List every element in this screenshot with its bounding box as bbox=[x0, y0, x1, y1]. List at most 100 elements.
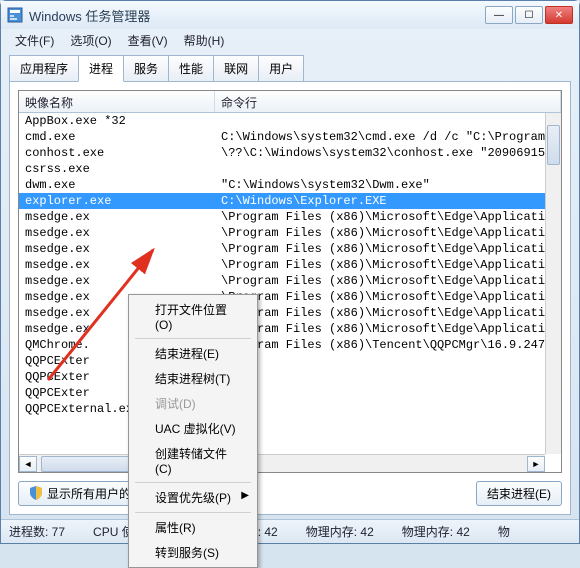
tab-4[interactable]: 联网 bbox=[213, 55, 259, 81]
cell-cmd: "C:\Windows\system32\Dwm.exe" bbox=[215, 177, 545, 193]
bottom-row: 显示所有用户的进程(S) 结束进程(E) bbox=[18, 481, 562, 506]
cell-name: msedge.ex bbox=[19, 209, 215, 225]
statusbar: 进程数: 77 CPU 使用率: 4% 物理内存: 42 物理内存: 42 物理… bbox=[1, 519, 579, 543]
task-manager-window: Windows 任务管理器 — ☐ ✕ 文件(F) 选项(O) 查看(V) 帮助… bbox=[0, 0, 580, 544]
cell-cmd: C:\Windows\system32\cmd.exe /d /c "C:\Pr… bbox=[215, 129, 545, 145]
tab-0[interactable]: 应用程序 bbox=[9, 55, 79, 81]
cell-name: msedge.ex bbox=[19, 241, 215, 257]
cell-cmd: \Program Files (x86)\Microsoft\Edge\Appl… bbox=[215, 305, 545, 321]
cell-cmd: \Program Files (x86)\Microsoft\Edge\Appl… bbox=[215, 209, 545, 225]
context-menu-item[interactable]: 属性(R) bbox=[131, 515, 255, 540]
table-row[interactable]: QQPCExter bbox=[19, 385, 545, 401]
cell-name: csrss.exe bbox=[19, 161, 215, 177]
context-menu-item[interactable]: 设置优先级(P)▶ bbox=[131, 485, 255, 510]
col-image-name[interactable]: 映像名称 bbox=[19, 91, 215, 112]
cell-cmd: \??\C:\Windows\system32\conhost.exe "209… bbox=[215, 145, 545, 161]
table-row[interactable]: QQPCExternal.exe *32 bbox=[19, 401, 545, 417]
context-menu-item: 调试(D) bbox=[131, 391, 255, 416]
table-row[interactable]: QQPCExter bbox=[19, 353, 545, 369]
menu-help[interactable]: 帮助(H) bbox=[178, 30, 231, 51]
cell-name: msedge.ex bbox=[19, 257, 215, 273]
process-table: 映像名称 命令行 AppBox.exe *32cmd.exeC:\Windows… bbox=[18, 90, 562, 473]
titlebar[interactable]: Windows 任务管理器 — ☐ ✕ bbox=[1, 1, 579, 29]
cell-name: dwm.exe bbox=[19, 177, 215, 193]
submenu-arrow-icon: ▶ bbox=[241, 490, 249, 501]
cell-cmd bbox=[215, 401, 545, 417]
cell-name: cmd.exe bbox=[19, 129, 215, 145]
status-mem-2: 物理内存: 42 bbox=[306, 523, 374, 540]
scroll-right-icon[interactable]: ► bbox=[527, 456, 545, 472]
table-row[interactable]: msedge.ex\Program Files (x86)\Microsoft\… bbox=[19, 241, 545, 257]
context-menu-item[interactable]: 结束进程(E) bbox=[131, 341, 255, 366]
cell-name: msedge.ex bbox=[19, 225, 215, 241]
cell-cmd: \Program Files (x86)\Microsoft\Edge\Appl… bbox=[215, 225, 545, 241]
cell-cmd: \Program Files (x86)\Microsoft\Edge\Appl… bbox=[215, 321, 545, 337]
menu-view[interactable]: 查看(V) bbox=[122, 30, 174, 51]
table-row[interactable]: msedge.ex\Program Files (x86)\Microsoft\… bbox=[19, 289, 545, 305]
maximize-button[interactable]: ☐ bbox=[515, 6, 543, 24]
table-row[interactable]: explorer.exeC:\Windows\Explorer.EXE bbox=[19, 193, 545, 209]
menu-separator bbox=[135, 482, 251, 483]
app-icon bbox=[7, 7, 23, 23]
table-row[interactable]: dwm.exe"C:\Windows\system32\Dwm.exe" bbox=[19, 177, 545, 193]
cell-cmd bbox=[215, 113, 545, 129]
table-row[interactable]: AppBox.exe *32 bbox=[19, 113, 545, 129]
tab-2[interactable]: 服务 bbox=[123, 55, 169, 81]
cell-cmd bbox=[215, 385, 545, 401]
table-row[interactable]: QQPCExter bbox=[19, 369, 545, 385]
menu-options[interactable]: 选项(O) bbox=[64, 30, 117, 51]
table-row[interactable]: msedge.ex\Program Files (x86)\Microsoft\… bbox=[19, 321, 545, 337]
end-process-button[interactable]: 结束进程(E) bbox=[476, 481, 562, 506]
table-row[interactable]: msedge.ex\Program Files (x86)\Microsoft\… bbox=[19, 257, 545, 273]
table-row[interactable]: msedge.ex\Program Files (x86)\Microsoft\… bbox=[19, 225, 545, 241]
context-menu-item[interactable]: 打开文件位置(O) bbox=[131, 297, 255, 336]
cell-cmd: \Program Files (x86)\Microsoft\Edge\Appl… bbox=[215, 289, 545, 305]
tab-1[interactable]: 进程 bbox=[78, 55, 124, 82]
table-row[interactable]: QMChrome.\Program Files (x86)\Tencent\QQ… bbox=[19, 337, 545, 353]
cell-cmd: \Program Files (x86)\Microsoft\Edge\Appl… bbox=[215, 241, 545, 257]
cell-cmd bbox=[215, 369, 545, 385]
table-row[interactable]: csrss.exe bbox=[19, 161, 545, 177]
horizontal-scrollbar[interactable]: ◄ ► bbox=[19, 454, 545, 472]
cell-name: explorer.exe bbox=[19, 193, 215, 209]
vertical-scrollbar[interactable] bbox=[545, 113, 561, 454]
context-menu-item[interactable]: 创建转储文件(C) bbox=[131, 441, 255, 480]
minimize-button[interactable]: — bbox=[485, 6, 513, 24]
cell-cmd bbox=[215, 353, 545, 369]
scroll-left-icon[interactable]: ◄ bbox=[19, 456, 37, 472]
table-row[interactable]: msedge.ex\Program Files (x86)\Microsoft\… bbox=[19, 305, 545, 321]
menu-separator bbox=[135, 338, 251, 339]
table-row[interactable]: msedge.ex\Program Files (x86)\Microsoft\… bbox=[19, 273, 545, 289]
table-row[interactable]: msedge.ex\Program Files (x86)\Microsoft\… bbox=[19, 209, 545, 225]
context-menu-item[interactable]: 结束进程树(T) bbox=[131, 366, 255, 391]
shield-icon bbox=[29, 486, 43, 500]
table-body[interactable]: AppBox.exe *32cmd.exeC:\Windows\system32… bbox=[19, 113, 545, 454]
status-process-count: 进程数: 77 bbox=[9, 523, 65, 540]
cell-cmd: \Program Files (x86)\Microsoft\Edge\Appl… bbox=[215, 273, 545, 289]
menu-file[interactable]: 文件(F) bbox=[9, 30, 60, 51]
menubar: 文件(F) 选项(O) 查看(V) 帮助(H) bbox=[1, 29, 579, 51]
context-menu: 打开文件位置(O) 结束进程(E)结束进程树(T)调试(D)UAC 虚拟化(V)创… bbox=[128, 294, 258, 568]
cell-name: AppBox.exe *32 bbox=[19, 113, 215, 129]
tab-5[interactable]: 用户 bbox=[258, 55, 304, 81]
col-command-line[interactable]: 命令行 bbox=[215, 91, 561, 112]
cell-cmd: C:\Windows\Explorer.EXE bbox=[215, 193, 545, 209]
cell-cmd: \Program Files (x86)\Microsoft\Edge\Appl… bbox=[215, 257, 545, 273]
cell-name: conhost.exe bbox=[19, 145, 215, 161]
context-menu-item[interactable]: UAC 虚拟化(V) bbox=[131, 416, 255, 441]
cell-name: msedge.ex bbox=[19, 273, 215, 289]
cell-cmd bbox=[215, 161, 545, 177]
tab-3[interactable]: 性能 bbox=[168, 55, 214, 81]
table-row[interactable]: conhost.exe\??\C:\Windows\system32\conho… bbox=[19, 145, 545, 161]
table-row[interactable]: cmd.exeC:\Windows\system32\cmd.exe /d /c… bbox=[19, 129, 545, 145]
status-mem-3: 物理内存: 42 bbox=[402, 523, 470, 540]
close-button[interactable]: ✕ bbox=[545, 6, 573, 24]
window-title: Windows 任务管理器 bbox=[29, 6, 485, 25]
menu-separator bbox=[135, 512, 251, 513]
cell-cmd: \Program Files (x86)\Tencent\QQPCMgr\16.… bbox=[215, 337, 545, 353]
tabs: 应用程序进程服务性能联网用户 bbox=[9, 55, 571, 81]
scroll-thumb[interactable] bbox=[547, 125, 560, 165]
content-panel: 映像名称 命令行 AppBox.exe *32cmd.exeC:\Windows… bbox=[9, 81, 571, 515]
status-extra: 物 bbox=[498, 523, 510, 540]
table-header: 映像名称 命令行 bbox=[19, 91, 561, 113]
